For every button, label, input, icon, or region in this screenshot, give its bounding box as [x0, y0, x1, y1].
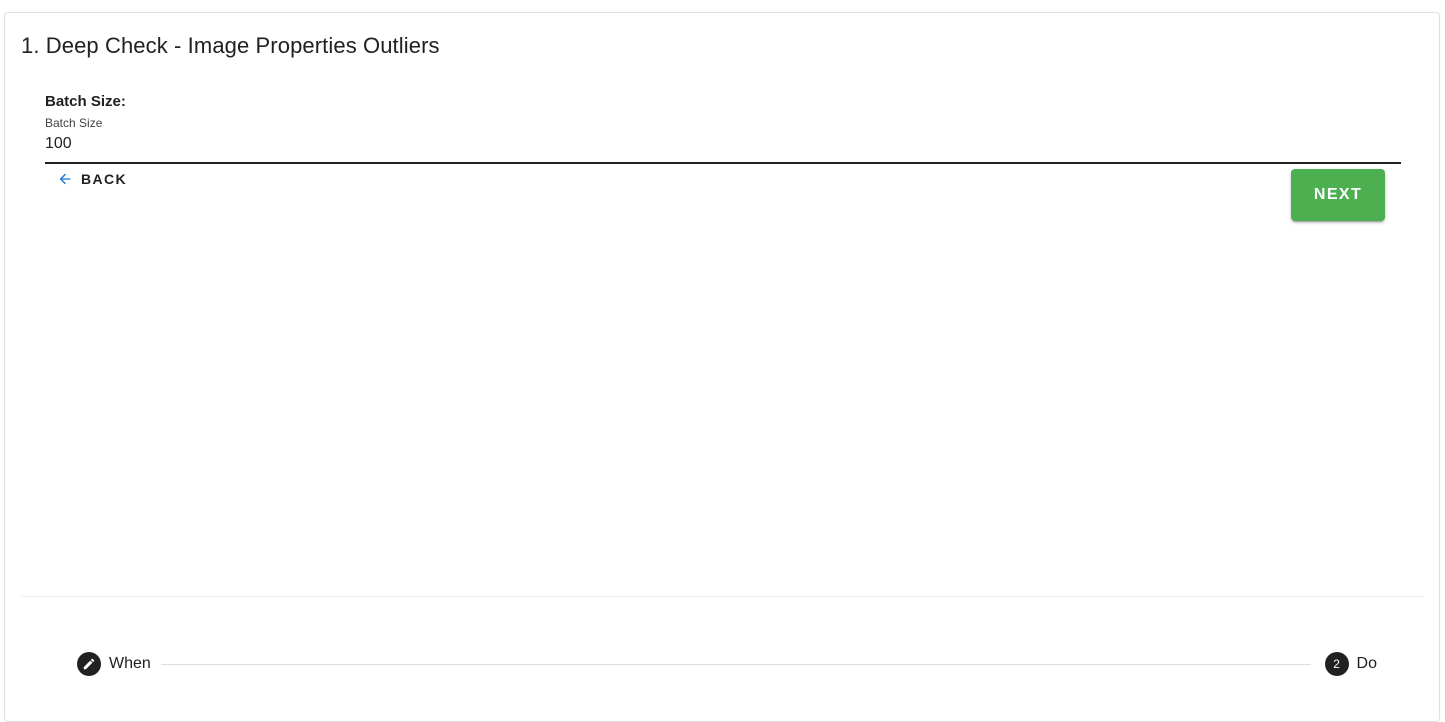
arrow-left-icon [57, 171, 73, 187]
back-button[interactable]: BACK [49, 165, 135, 193]
next-button[interactable]: NEXT [1291, 169, 1385, 221]
step-when[interactable]: When [77, 651, 151, 677]
page-title: 1. Deep Check - Image Properties Outlier… [21, 33, 440, 58]
batch-size-input[interactable] [45, 135, 1401, 153]
step-do-label: Do [1356, 655, 1377, 672]
step-card: 1. Deep Check - Image Properties Outlier… [4, 12, 1440, 722]
step-when-label: When [109, 655, 151, 672]
stepper: When 2 Do [77, 651, 1377, 677]
batch-size-field[interactable]: Batch Size [45, 116, 1401, 164]
back-button-label: BACK [81, 171, 128, 187]
step-do[interactable]: 2 Do [1324, 651, 1377, 677]
divider [21, 596, 1425, 597]
step-do-number: 2 [1324, 652, 1349, 676]
batch-size-label: Batch Size [45, 116, 103, 130]
batch-size-heading: Batch Size: [45, 93, 126, 110]
stepper-connector [161, 664, 1311, 665]
pencil-icon [77, 652, 101, 676]
